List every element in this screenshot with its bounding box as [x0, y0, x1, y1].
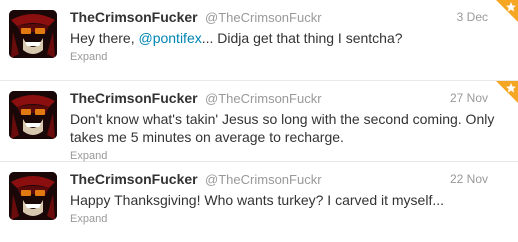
avatar-image	[9, 91, 57, 139]
avatar[interactable]	[9, 10, 57, 58]
fullname[interactable]: TheCrimsonFucker	[70, 171, 198, 187]
tweet-header: TheCrimsonFucker @TheCrimsonFuckr 27 Nov	[70, 89, 506, 107]
favorite-star-icon	[496, 81, 518, 103]
tweet-timeline: TheCrimsonFucker @TheCrimsonFuckr 3 Dec …	[0, 0, 518, 242]
avatar[interactable]	[9, 172, 57, 220]
tweet-header: TheCrimsonFucker @TheCrimsonFuckr 3 Dec	[70, 8, 506, 26]
timestamp[interactable]: 22 Nov	[450, 170, 488, 188]
fullname[interactable]: TheCrimsonFucker	[70, 90, 198, 106]
tweet-item[interactable]: TheCrimsonFucker @TheCrimsonFuckr 27 Nov…	[0, 81, 518, 162]
expand-link[interactable]: Expand	[70, 50, 506, 64]
expand-link[interactable]: Expand	[70, 149, 506, 163]
mention-link[interactable]: @pontifex	[138, 30, 201, 46]
tweet-text-before: Hey there,	[70, 30, 139, 46]
tweet-item[interactable]: TheCrimsonFucker @TheCrimsonFuckr 3 Dec …	[0, 0, 518, 81]
tweet-text-after: ... Didja get that thing I sentcha?	[201, 30, 403, 46]
tweet-item[interactable]: TheCrimsonFucker @TheCrimsonFuckr 22 Nov…	[0, 162, 518, 242]
tweet-text: Don't know what's takin' Jesus so long w…	[70, 111, 495, 145]
avatar-image	[9, 172, 57, 220]
favorite-star-icon	[496, 0, 518, 22]
fullname[interactable]: TheCrimsonFucker	[70, 9, 198, 25]
tweet-header: TheCrimsonFucker @TheCrimsonFuckr 22 Nov	[70, 170, 506, 188]
username[interactable]: @TheCrimsonFuckr	[205, 172, 322, 187]
avatar-image	[9, 10, 57, 58]
tweet-text: Hey there, @pontifex... Didja get that t…	[70, 29, 500, 47]
timestamp[interactable]: 3 Dec	[457, 8, 488, 26]
username[interactable]: @TheCrimsonFuckr	[205, 10, 322, 25]
tweet-text: Happy Thanksgiving! Who wants turkey? I …	[70, 192, 445, 208]
avatar[interactable]	[9, 91, 57, 139]
username[interactable]: @TheCrimsonFuckr	[205, 91, 322, 106]
timestamp[interactable]: 27 Nov	[450, 89, 488, 107]
expand-link[interactable]: Expand	[70, 212, 506, 226]
